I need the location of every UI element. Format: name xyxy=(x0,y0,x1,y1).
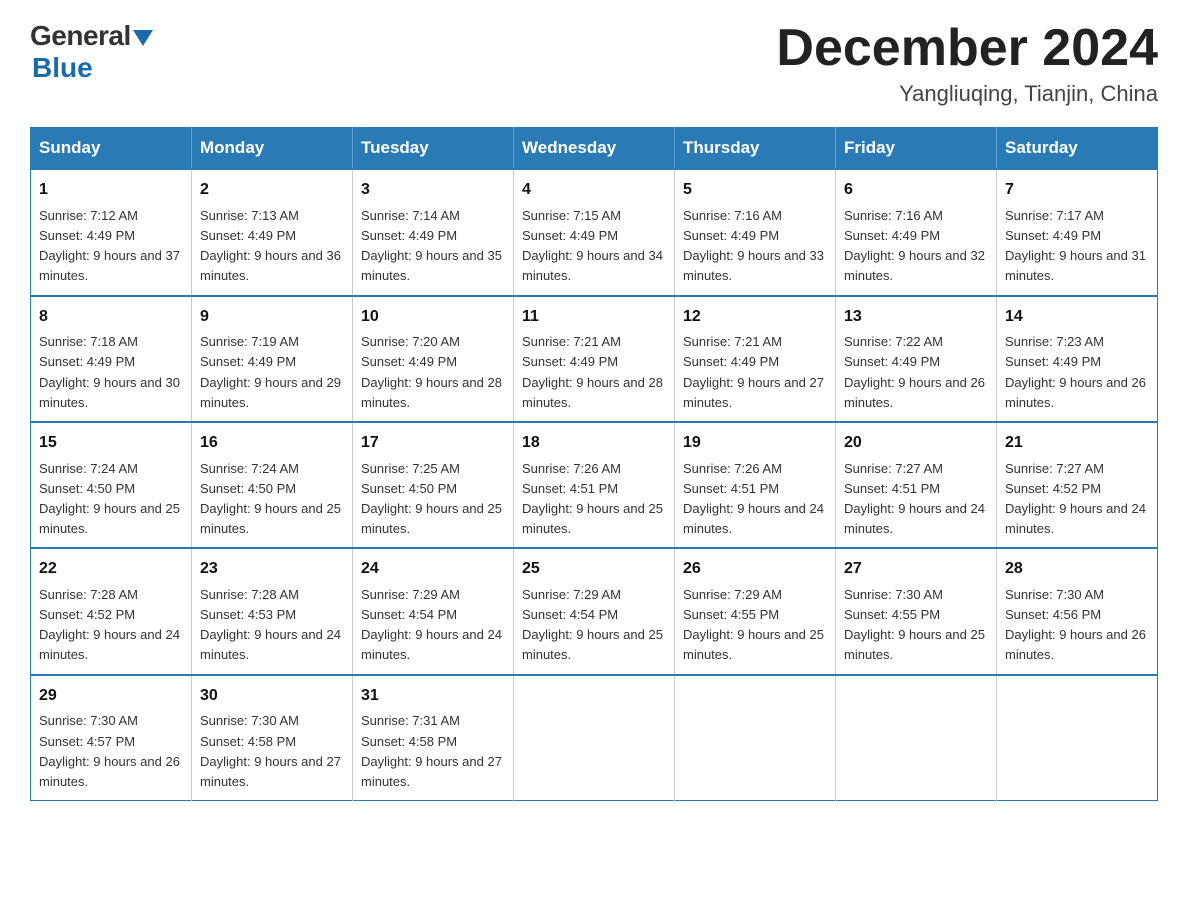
week-row-2: 8Sunrise: 7:18 AMSunset: 4:49 PMDaylight… xyxy=(31,296,1158,422)
day-number: 11 xyxy=(522,305,666,330)
day-number: 25 xyxy=(522,557,666,582)
calendar-cell: 28Sunrise: 7:30 AMSunset: 4:56 PMDayligh… xyxy=(997,548,1158,674)
page-header: General Blue December 2024 Yangliuqing, … xyxy=(30,20,1158,107)
calendar-body: 1Sunrise: 7:12 AMSunset: 4:49 PMDaylight… xyxy=(31,169,1158,800)
calendar-cell: 13Sunrise: 7:22 AMSunset: 4:49 PMDayligh… xyxy=(836,296,997,422)
month-title: December 2024 xyxy=(776,20,1158,77)
calendar-cell: 7Sunrise: 7:17 AMSunset: 4:49 PMDaylight… xyxy=(997,169,1158,295)
calendar-cell: 5Sunrise: 7:16 AMSunset: 4:49 PMDaylight… xyxy=(675,169,836,295)
day-number: 14 xyxy=(1005,305,1149,330)
week-row-3: 15Sunrise: 7:24 AMSunset: 4:50 PMDayligh… xyxy=(31,422,1158,548)
header-day-monday: Monday xyxy=(192,128,353,170)
day-number: 17 xyxy=(361,431,505,456)
week-row-1: 1Sunrise: 7:12 AMSunset: 4:49 PMDaylight… xyxy=(31,169,1158,295)
title-area: December 2024 Yangliuqing, Tianjin, Chin… xyxy=(776,20,1158,107)
calendar-cell: 8Sunrise: 7:18 AMSunset: 4:49 PMDaylight… xyxy=(31,296,192,422)
calendar-cell: 16Sunrise: 7:24 AMSunset: 4:50 PMDayligh… xyxy=(192,422,353,548)
day-number: 30 xyxy=(200,684,344,709)
day-number: 26 xyxy=(683,557,827,582)
week-row-4: 22Sunrise: 7:28 AMSunset: 4:52 PMDayligh… xyxy=(31,548,1158,674)
day-number: 1 xyxy=(39,178,183,203)
header-day-saturday: Saturday xyxy=(997,128,1158,170)
header-day-thursday: Thursday xyxy=(675,128,836,170)
day-number: 19 xyxy=(683,431,827,456)
logo-general-text: General xyxy=(30,20,131,52)
calendar-cell xyxy=(675,675,836,801)
calendar-cell: 12Sunrise: 7:21 AMSunset: 4:49 PMDayligh… xyxy=(675,296,836,422)
day-number: 27 xyxy=(844,557,988,582)
calendar-cell: 6Sunrise: 7:16 AMSunset: 4:49 PMDaylight… xyxy=(836,169,997,295)
day-number: 15 xyxy=(39,431,183,456)
day-number: 7 xyxy=(1005,178,1149,203)
day-number: 6 xyxy=(844,178,988,203)
day-number: 5 xyxy=(683,178,827,203)
day-number: 18 xyxy=(522,431,666,456)
day-number: 20 xyxy=(844,431,988,456)
calendar-cell: 30Sunrise: 7:30 AMSunset: 4:58 PMDayligh… xyxy=(192,675,353,801)
calendar-cell: 29Sunrise: 7:30 AMSunset: 4:57 PMDayligh… xyxy=(31,675,192,801)
calendar-cell: 2Sunrise: 7:13 AMSunset: 4:49 PMDaylight… xyxy=(192,169,353,295)
day-number: 9 xyxy=(200,305,344,330)
calendar-cell: 22Sunrise: 7:28 AMSunset: 4:52 PMDayligh… xyxy=(31,548,192,674)
location-title: Yangliuqing, Tianjin, China xyxy=(776,81,1158,107)
calendar-cell: 24Sunrise: 7:29 AMSunset: 4:54 PMDayligh… xyxy=(353,548,514,674)
calendar-cell: 26Sunrise: 7:29 AMSunset: 4:55 PMDayligh… xyxy=(675,548,836,674)
logo-triangle-icon xyxy=(133,30,153,46)
calendar-cell: 20Sunrise: 7:27 AMSunset: 4:51 PMDayligh… xyxy=(836,422,997,548)
calendar-cell: 15Sunrise: 7:24 AMSunset: 4:50 PMDayligh… xyxy=(31,422,192,548)
calendar-cell: 21Sunrise: 7:27 AMSunset: 4:52 PMDayligh… xyxy=(997,422,1158,548)
calendar-cell: 14Sunrise: 7:23 AMSunset: 4:49 PMDayligh… xyxy=(997,296,1158,422)
logo-blue-text: Blue xyxy=(32,52,93,84)
calendar-cell: 17Sunrise: 7:25 AMSunset: 4:50 PMDayligh… xyxy=(353,422,514,548)
calendar-cell xyxy=(836,675,997,801)
logo: General Blue xyxy=(30,20,153,84)
week-row-5: 29Sunrise: 7:30 AMSunset: 4:57 PMDayligh… xyxy=(31,675,1158,801)
day-number: 12 xyxy=(683,305,827,330)
day-number: 2 xyxy=(200,178,344,203)
calendar-cell: 18Sunrise: 7:26 AMSunset: 4:51 PMDayligh… xyxy=(514,422,675,548)
day-number: 29 xyxy=(39,684,183,709)
calendar-table: SundayMondayTuesdayWednesdayThursdayFrid… xyxy=(30,127,1158,801)
calendar-cell: 19Sunrise: 7:26 AMSunset: 4:51 PMDayligh… xyxy=(675,422,836,548)
header-day-friday: Friday xyxy=(836,128,997,170)
header-day-sunday: Sunday xyxy=(31,128,192,170)
day-number: 10 xyxy=(361,305,505,330)
header-day-tuesday: Tuesday xyxy=(353,128,514,170)
calendar-header: SundayMondayTuesdayWednesdayThursdayFrid… xyxy=(31,128,1158,170)
calendar-cell: 11Sunrise: 7:21 AMSunset: 4:49 PMDayligh… xyxy=(514,296,675,422)
day-number: 8 xyxy=(39,305,183,330)
calendar-cell: 4Sunrise: 7:15 AMSunset: 4:49 PMDaylight… xyxy=(514,169,675,295)
day-number: 3 xyxy=(361,178,505,203)
calendar-cell: 9Sunrise: 7:19 AMSunset: 4:49 PMDaylight… xyxy=(192,296,353,422)
day-number: 24 xyxy=(361,557,505,582)
calendar-cell xyxy=(997,675,1158,801)
day-number: 21 xyxy=(1005,431,1149,456)
calendar-cell: 1Sunrise: 7:12 AMSunset: 4:49 PMDaylight… xyxy=(31,169,192,295)
day-number: 13 xyxy=(844,305,988,330)
calendar-cell: 23Sunrise: 7:28 AMSunset: 4:53 PMDayligh… xyxy=(192,548,353,674)
day-number: 31 xyxy=(361,684,505,709)
day-number: 28 xyxy=(1005,557,1149,582)
calendar-cell: 31Sunrise: 7:31 AMSunset: 4:58 PMDayligh… xyxy=(353,675,514,801)
calendar-cell: 27Sunrise: 7:30 AMSunset: 4:55 PMDayligh… xyxy=(836,548,997,674)
calendar-cell: 3Sunrise: 7:14 AMSunset: 4:49 PMDaylight… xyxy=(353,169,514,295)
day-number: 23 xyxy=(200,557,344,582)
calendar-cell: 25Sunrise: 7:29 AMSunset: 4:54 PMDayligh… xyxy=(514,548,675,674)
day-number: 4 xyxy=(522,178,666,203)
header-day-wednesday: Wednesday xyxy=(514,128,675,170)
day-number: 16 xyxy=(200,431,344,456)
header-row: SundayMondayTuesdayWednesdayThursdayFrid… xyxy=(31,128,1158,170)
calendar-cell xyxy=(514,675,675,801)
day-number: 22 xyxy=(39,557,183,582)
calendar-cell: 10Sunrise: 7:20 AMSunset: 4:49 PMDayligh… xyxy=(353,296,514,422)
